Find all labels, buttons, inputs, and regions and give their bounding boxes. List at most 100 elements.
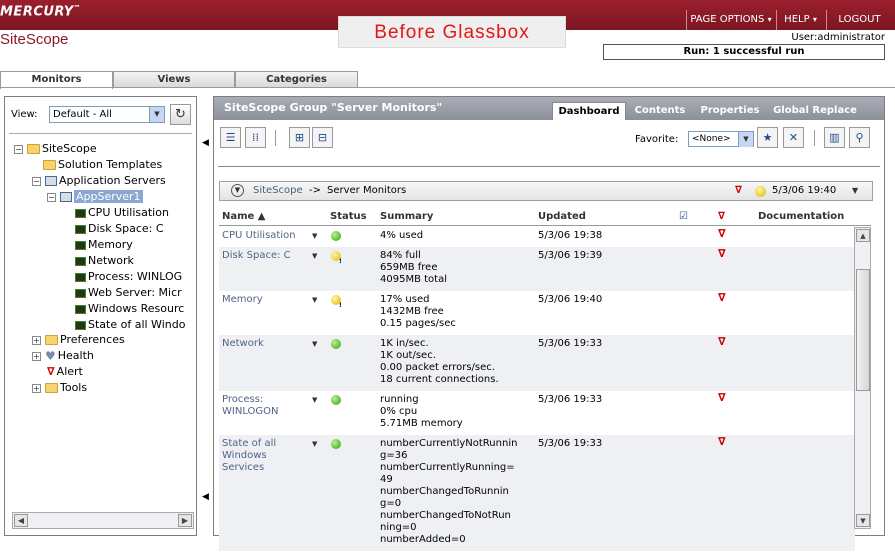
view-select[interactable]: Default - All ▼ xyxy=(49,106,165,123)
favorite-select-value: <None> xyxy=(692,134,731,144)
row-menu-icon[interactable]: ▼ xyxy=(312,394,317,406)
column-documentation[interactable]: Documentation xyxy=(758,211,844,222)
updated-cell: 5/3/06 19:38 xyxy=(538,230,603,241)
column-updated[interactable]: Updated xyxy=(538,211,586,222)
group-icon xyxy=(45,176,57,186)
columns-icon[interactable]: ▥ xyxy=(824,127,845,148)
run-status: Run: 1 successful run xyxy=(603,44,885,60)
tree-horizontal-scrollbar[interactable]: ◀ ▶ xyxy=(12,512,194,529)
alert-icon[interactable]: ∇ xyxy=(718,292,726,304)
tree-view-icon[interactable]: ⊞ xyxy=(289,127,310,148)
column-name[interactable]: Name ▲ xyxy=(222,211,266,222)
tree-node-health[interactable]: ♥ Health xyxy=(45,348,94,364)
tree-node-cpu-utilisation[interactable]: CPU Utilisation xyxy=(75,205,169,221)
tab-global-replace[interactable]: Global Replace xyxy=(768,102,862,120)
alert-icon[interactable]: ∇ xyxy=(718,436,726,448)
collapse-icon[interactable]: − xyxy=(47,193,56,202)
row-menu-icon[interactable]: ▼ xyxy=(312,338,317,350)
monitor-icon xyxy=(75,224,86,234)
refresh-icon[interactable]: ↻ xyxy=(170,104,191,125)
favorite-select[interactable]: <None> ▼ xyxy=(688,131,754,147)
alert-icon[interactable]: ∇ xyxy=(718,248,726,260)
tab-properties[interactable]: Properties xyxy=(696,102,764,120)
tree-node-disk-space[interactable]: Disk Space: C xyxy=(75,221,164,237)
alert-icon[interactable]: ∇ xyxy=(718,392,726,404)
expand-icon[interactable]: + xyxy=(32,352,41,361)
row-menu-icon[interactable]: ▼ xyxy=(312,250,317,262)
add-favorite-icon[interactable]: ★ xyxy=(757,127,778,148)
table-row[interactable]: Network ▼ 1K in/sec. 1K out/sec. 0.00 packet… xyxy=(219,335,855,391)
logout-link[interactable]: LOGOUT xyxy=(826,10,892,30)
tree-node-web-server[interactable]: Web Server: Micr xyxy=(75,285,182,301)
chevron-down-icon[interactable]: ▼ xyxy=(231,184,244,197)
table-row[interactable]: CPU Utilisation ▼ 4% used 5/3/06 19:38 ∇ xyxy=(219,227,855,247)
tab-contents[interactable]: Contents xyxy=(628,102,692,120)
monitor-name-line: WINLOGON xyxy=(222,406,279,417)
monitor-name-link[interactable]: CPU Utilisation xyxy=(222,230,296,242)
tree-node-network[interactable]: Network xyxy=(75,253,134,269)
hierarchy-view-icon[interactable]: ⊟ xyxy=(312,127,333,148)
alert-icon[interactable]: ∇ xyxy=(718,228,726,240)
scroll-left-icon[interactable]: ◀ xyxy=(14,514,28,527)
monitor-name-link[interactable]: Disk Space: C xyxy=(222,250,291,262)
tree-node-windows-resources[interactable]: Windows Resourc xyxy=(75,301,184,317)
select-all-checkbox-icon[interactable]: ☑ xyxy=(679,211,688,222)
help-menu[interactable]: HELP ▾ xyxy=(776,10,824,30)
summary-line: 1K in/sec. xyxy=(380,338,429,349)
monitor-name-link[interactable]: Memory xyxy=(222,294,263,306)
tree-node-memory[interactable]: Memory xyxy=(75,237,133,253)
collapse-icon[interactable]: − xyxy=(14,145,23,154)
row-menu-icon[interactable]: ▼ xyxy=(312,294,317,306)
table-row[interactable]: Process: WINLOGON ▼ running 0% cpu 5.71MB mem… xyxy=(219,391,855,435)
updated-cell: 5/3/06 19:33 xyxy=(538,394,603,405)
chevron-down-icon[interactable]: ▼ xyxy=(149,107,164,122)
tree-node-tools[interactable]: Tools xyxy=(45,380,87,396)
monitor-name-link[interactable]: Process: WINLOGON xyxy=(222,394,279,418)
scroll-right-icon[interactable]: ▶ xyxy=(178,514,192,527)
monitor-icon xyxy=(75,320,86,330)
breadcrumb-link-sitescope[interactable]: SiteScope xyxy=(253,182,303,200)
expand-icon[interactable]: + xyxy=(32,336,41,345)
scroll-down-icon[interactable]: ▼ xyxy=(856,514,870,527)
grid-view-icon[interactable]: ⁞⁞ xyxy=(245,127,266,148)
row-menu-icon[interactable]: ▼ xyxy=(312,438,317,450)
scroll-up-icon[interactable]: ▲ xyxy=(856,229,870,242)
remove-favorite-icon[interactable]: ✕ xyxy=(783,127,804,148)
chevron-down-icon[interactable]: ▼ xyxy=(852,182,858,200)
chevron-down-icon[interactable]: ▼ xyxy=(738,132,753,147)
tree-node-preferences[interactable]: Preferences xyxy=(45,332,125,348)
row-menu-icon[interactable]: ▼ xyxy=(312,230,317,242)
collapse-panel-icon[interactable]: ◀ xyxy=(202,138,209,148)
collapse-icon[interactable]: − xyxy=(32,177,41,186)
alert-icon[interactable]: ∇ xyxy=(718,336,726,348)
table-row[interactable]: Memory ▼! 17% used 1432MB free 0.15 pages/se… xyxy=(219,291,855,335)
scroll-thumb[interactable] xyxy=(856,269,870,391)
expand-icon[interactable]: + xyxy=(32,384,41,393)
overlay-title: Before Glassbox xyxy=(338,16,566,48)
tab-views[interactable]: Views xyxy=(113,71,235,88)
tab-dashboard[interactable]: Dashboard xyxy=(552,102,626,120)
table-vertical-scrollbar[interactable]: ▲ ▼ xyxy=(854,227,871,529)
tree-node-alert[interactable]: ∇ Alert xyxy=(47,364,83,380)
tree-node-state-of-services[interactable]: State of all Windo xyxy=(75,317,185,333)
filter-icon[interactable]: ⚲ xyxy=(849,127,870,148)
monitor-name-link[interactable]: State of all Windows Services xyxy=(222,438,276,474)
column-status[interactable]: Status xyxy=(330,211,367,222)
tree-node-application-servers[interactable]: Application Servers xyxy=(45,173,166,189)
monitor-tree-panel: View: Default - All ▼ ↻ − SiteScope Solu… xyxy=(4,96,197,536)
table-row[interactable]: State of all Windows Services ▼ numberCurren… xyxy=(219,435,855,551)
collapse-panel-icon[interactable]: ◀ xyxy=(202,492,209,502)
monitor-name-link[interactable]: Network xyxy=(222,338,264,350)
tree-node-process[interactable]: Process: WINLOG xyxy=(75,269,182,285)
tree-node-appserver1[interactable]: AppServer1 xyxy=(60,189,143,205)
monitor-icon xyxy=(75,240,86,250)
summary-line: numberAdded=0 xyxy=(380,534,466,545)
tree-node-solution-templates[interactable]: Solution Templates xyxy=(43,157,162,173)
column-summary[interactable]: Summary xyxy=(380,211,433,222)
page-options-menu[interactable]: PAGE OPTIONS ▾ xyxy=(686,10,775,30)
tab-categories[interactable]: Categories xyxy=(235,71,358,88)
table-row[interactable]: Disk Space: C ▼! 84% full 659MB free 4095MB … xyxy=(219,247,855,291)
detail-view-icon[interactable]: ☰ xyxy=(220,127,241,148)
monitor-name-line: CPU Utilisation xyxy=(222,230,296,241)
tree-node-sitescope[interactable]: SiteScope xyxy=(27,141,97,157)
